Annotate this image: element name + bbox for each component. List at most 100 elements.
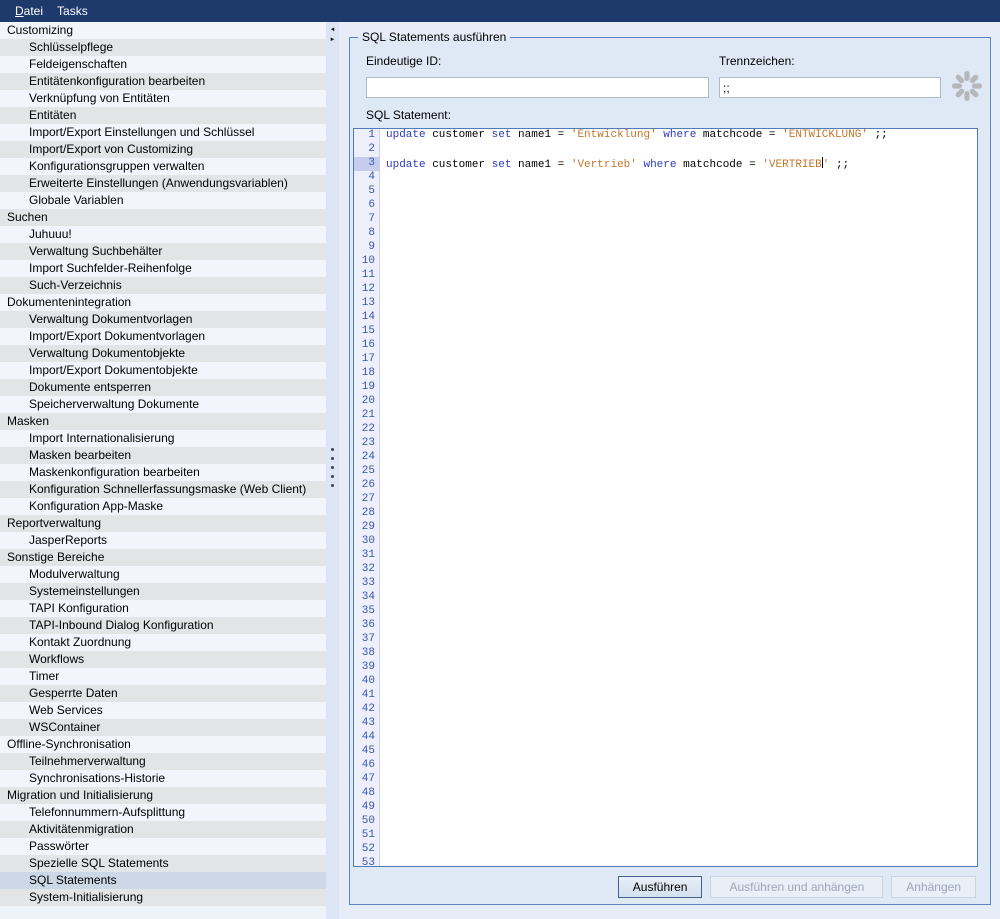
sidebar-item-wscontainer[interactable]: WSContainer xyxy=(0,719,326,736)
sidebar-item-verwaltung-dokumentvorlagen[interactable]: Verwaltung Dokumentvorlagen xyxy=(0,311,326,328)
sidebar-item-globale-variablen[interactable]: Globale Variablen xyxy=(0,192,326,209)
sidebar-item-verknupfung-von-entitaten[interactable]: Verknüpfung von Entitäten xyxy=(0,90,326,107)
sidebar-item-schlusselpflege[interactable]: Schlüsselpflege xyxy=(0,39,326,56)
sidebar-item-import-suchfelder-reihenfolge[interactable]: Import Suchfelder-Reihenfolge xyxy=(0,260,326,277)
sidebar-item-feldeigenschaften[interactable]: Feldeigenschaften xyxy=(0,56,326,73)
code-line xyxy=(381,759,977,773)
code-line xyxy=(381,297,977,311)
sidebar-section-migration-und-initialisierung[interactable]: Migration und Initialisierung xyxy=(0,787,326,804)
spinner-icon xyxy=(949,68,985,104)
ausfuhren-button[interactable]: Ausführen xyxy=(618,876,703,898)
code-line xyxy=(381,675,977,689)
code-line xyxy=(381,717,977,731)
sidebar-item-kontakt-zuordnung[interactable]: Kontakt Zuordnung xyxy=(0,634,326,651)
sidebar-item-maskenkonfiguration-bearbeiten[interactable]: Maskenkonfiguration bearbeiten xyxy=(0,464,326,481)
sidebar-item-passworter[interactable]: Passwörter xyxy=(0,838,326,855)
sidebar-section-dokumentenintegration[interactable]: Dokumentenintegration xyxy=(0,294,326,311)
menu-tasks[interactable]: Tasks xyxy=(50,2,95,20)
sidebar-item-gesperrte-daten[interactable]: Gesperrte Daten xyxy=(0,685,326,702)
sidebar-item-erweiterte-einstellungen-anwendungsvariablen[interactable]: Erweiterte Einstellungen (Anwendungsvari… xyxy=(0,175,326,192)
sidebar-section-offline-synchronisation[interactable]: Offline-Synchronisation xyxy=(0,736,326,753)
sidebar-item-sql-statements[interactable]: SQL Statements xyxy=(0,872,326,889)
sidebar-section-suchen[interactable]: Suchen xyxy=(0,209,326,226)
sidebar-item-verwaltung-dokumentobjekte[interactable]: Verwaltung Dokumentobjekte xyxy=(0,345,326,362)
sidebar-item-tapi-inbound-dialog-konfiguration[interactable]: TAPI-Inbound Dialog Konfiguration xyxy=(0,617,326,634)
sidebar-item-speicherverwaltung-dokumente[interactable]: Speicherverwaltung Dokumente xyxy=(0,396,326,413)
sidebar-item-juhuuu[interactable]: Juhuuu! xyxy=(0,226,326,243)
sidebar-item-import-export-einstellungen-und-schlussel[interactable]: Import/Export Einstellungen und Schlüsse… xyxy=(0,124,326,141)
sidebar-item-konfiguration-app-maske[interactable]: Konfiguration App-Maske xyxy=(0,498,326,515)
code-token: 'Vertrieb' xyxy=(571,159,637,171)
sidebar-item-aktivitatenmigration[interactable]: Aktivitätenmigration xyxy=(0,821,326,838)
unique-id-input[interactable] xyxy=(366,77,709,98)
code-line xyxy=(381,367,977,381)
sidebar-item-timer[interactable]: Timer xyxy=(0,668,326,685)
line-number: 34 xyxy=(354,591,379,605)
sidebar-item-import-export-von-customizing[interactable]: Import/Export von Customizing xyxy=(0,141,326,158)
sidebar-item-web-services[interactable]: Web Services xyxy=(0,702,326,719)
editor-code[interactable]: update customer set name1 = 'Entwicklung… xyxy=(381,129,977,866)
code-token: customer xyxy=(426,159,492,171)
sidebar-item-systemeinstellungen[interactable]: Systemeinstellungen xyxy=(0,583,326,600)
sidebar-item-entitaten[interactable]: Entitäten xyxy=(0,107,326,124)
sidebar-item-import-export-dokumentobjekte[interactable]: Import/Export Dokumentobjekte xyxy=(0,362,326,379)
collapse-left-icon[interactable]: ◄ xyxy=(326,25,339,35)
sidebar-section-masken[interactable]: Masken xyxy=(0,413,326,430)
line-number: 39 xyxy=(354,661,379,675)
sidebar-item-konfigurationsgruppen-verwalten[interactable]: Konfigurationsgruppen verwalten xyxy=(0,158,326,175)
line-number: 15 xyxy=(354,325,379,339)
sql-group-box: SQL Statements ausführen Eindeutige ID: … xyxy=(349,37,991,905)
sidebar-item-jasperreports[interactable]: JasperReports xyxy=(0,532,326,549)
expand-right-icon[interactable]: ► xyxy=(326,35,339,45)
line-number: 53 xyxy=(354,857,379,867)
sidebar-item-konfiguration-schnellerfassungsmaske-web-client[interactable]: Konfiguration Schnellerfassungsmaske (We… xyxy=(0,481,326,498)
sidebar-item-workflows[interactable]: Workflows xyxy=(0,651,326,668)
sidebar-item-import-export-dokumentvorlagen[interactable]: Import/Export Dokumentvorlagen xyxy=(0,328,326,345)
line-number: 18 xyxy=(354,367,379,381)
sidebar-item-spezielle-sql-statements[interactable]: Spezielle SQL Statements xyxy=(0,855,326,872)
sidebar-item-entitatenkonfiguration-bearbeiten[interactable]: Entitätenkonfiguration bearbeiten xyxy=(0,73,326,90)
code-line xyxy=(381,395,977,409)
separator-input[interactable] xyxy=(719,77,941,98)
code-line xyxy=(381,465,977,479)
code-line xyxy=(381,773,977,787)
app-window: DateiTasks CustomizingSchlüsselpflegeFel… xyxy=(0,0,1000,919)
code-line xyxy=(381,171,977,185)
sidebar-item-telefonnummern-aufsplittung[interactable]: Telefonnummern-Aufsplittung xyxy=(0,804,326,821)
sidebar-item-modulverwaltung[interactable]: Modulverwaltung xyxy=(0,566,326,583)
code-token: set xyxy=(492,129,512,141)
splitter-grip-icon[interactable] xyxy=(326,448,339,487)
sidebar-section-sonstige-bereiche[interactable]: Sonstige Bereiche xyxy=(0,549,326,566)
main-panel: SQL Statements ausführen Eindeutige ID: … xyxy=(339,22,1000,919)
code-token: set xyxy=(492,159,512,171)
sidebar-item-import-internationalisierung[interactable]: Import Internationalisierung xyxy=(0,430,326,447)
line-number: 41 xyxy=(354,689,379,703)
code-line xyxy=(381,535,977,549)
sidebar-item-teilnehmerverwaltung[interactable]: Teilnehmerverwaltung xyxy=(0,753,326,770)
code-line xyxy=(381,339,977,353)
sidebar-item-dokumente-entsperren[interactable]: Dokumente entsperren xyxy=(0,379,326,396)
line-number: 38 xyxy=(354,647,379,661)
sidebar-item-verwaltung-suchbehalter[interactable]: Verwaltung Suchbehälter xyxy=(0,243,326,260)
code-line xyxy=(381,577,977,591)
sidebar-item-such-verzeichnis[interactable]: Such-Verzeichnis xyxy=(0,277,326,294)
code-line xyxy=(381,633,977,647)
line-number: 35 xyxy=(354,605,379,619)
code-line xyxy=(381,255,977,269)
sidebar-item-system-initialisierung[interactable]: System-Initialisierung xyxy=(0,889,326,906)
code-line xyxy=(381,311,977,325)
line-number: 50 xyxy=(354,815,379,829)
code-line xyxy=(381,591,977,605)
sidebar-section-customizing[interactable]: Customizing xyxy=(0,22,326,39)
sidebar-item-masken-bearbeiten[interactable]: Masken bearbeiten xyxy=(0,447,326,464)
code-line xyxy=(381,213,977,227)
sidebar-section-reportverwaltung[interactable]: Reportverwaltung xyxy=(0,515,326,532)
code-line xyxy=(381,745,977,759)
code-line xyxy=(381,423,977,437)
sidebar-item-tapi-konfiguration[interactable]: TAPI Konfiguration xyxy=(0,600,326,617)
sql-editor[interactable]: 1234567891011121314151617181920212223242… xyxy=(353,128,978,867)
menu-datei[interactable]: Datei xyxy=(8,2,50,20)
line-number: 6 xyxy=(354,199,379,213)
sidebar-splitter[interactable]: ◄ ► xyxy=(326,22,339,919)
sidebar-item-synchronisations-historie[interactable]: Synchronisations-Historie xyxy=(0,770,326,787)
